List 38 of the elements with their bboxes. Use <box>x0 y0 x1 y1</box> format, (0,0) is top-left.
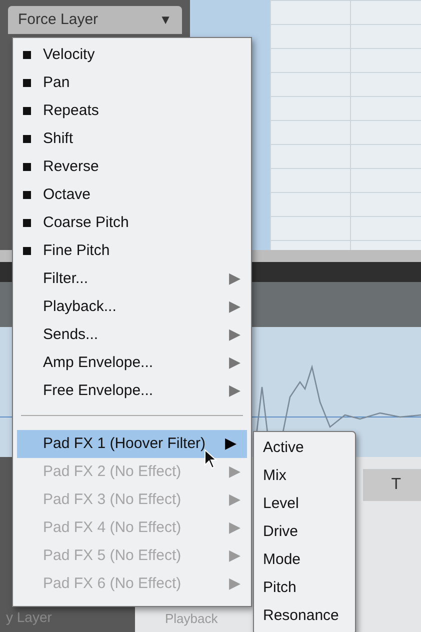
menu-item[interactable]: Repeats <box>13 97 251 125</box>
submenu-item[interactable]: Drive <box>254 518 355 546</box>
caret-icon: ▼ <box>159 10 172 30</box>
menu-item[interactable]: Playback... ▶ <box>13 293 251 321</box>
submenu-arrow-icon: ▶ <box>229 352 241 374</box>
playback-label: Playback <box>165 610 218 628</box>
submenu-item[interactable]: Mix <box>254 462 355 490</box>
menu-item[interactable]: Velocity <box>13 41 251 69</box>
submenu-arrow-icon: ▶ <box>229 380 241 402</box>
menu-item[interactable]: Pan <box>13 69 251 97</box>
submenu-arrow-icon: ▶ <box>225 432 237 456</box>
mouse-pointer-icon <box>204 449 218 469</box>
menu-item[interactable]: Reverse <box>13 153 251 181</box>
submenu-item[interactable]: Resonance <box>254 602 355 630</box>
menu-item[interactable]: Amp Envelope... ▶ <box>13 349 251 377</box>
submenu-arrow-icon: ▶ <box>229 460 241 484</box>
panel-tab[interactable]: T <box>363 469 421 501</box>
submenu-item[interactable]: Active <box>254 434 355 462</box>
menu-item[interactable]: Free Envelope... ▶ <box>13 377 251 405</box>
menu-item[interactable]: Shift <box>13 125 251 153</box>
dropdown-label: Force Layer <box>18 10 98 30</box>
menu-item[interactable]: Fine Pitch <box>13 237 251 265</box>
submenu-item[interactable]: Level <box>254 490 355 518</box>
submenu-arrow-icon: ▶ <box>229 516 241 540</box>
submenu-arrow-icon: ▶ <box>229 296 241 318</box>
menu-item[interactable]: Octave <box>13 181 251 209</box>
menu-item[interactable]: Pad FX 1 (Hoover Filter) ▶ <box>17 430 247 458</box>
submenu-arrow-icon: ▶ <box>229 268 241 290</box>
submenu-item[interactable]: Mode <box>254 546 355 574</box>
menu-item[interactable]: Filter... ▶ <box>13 265 251 293</box>
submenu-arrow-icon: ▶ <box>229 572 241 596</box>
submenu-item[interactable]: Pitch <box>254 574 355 602</box>
submenu-arrow-icon: ▶ <box>229 488 241 512</box>
menu-item[interactable]: Sends... ▶ <box>13 321 251 349</box>
submenu-arrow-icon: ▶ <box>229 324 241 346</box>
force-layer-dropdown[interactable]: Force Layer ▼ <box>8 6 182 34</box>
submenu-arrow-icon: ▶ <box>229 544 241 568</box>
menu-item[interactable]: Coarse Pitch <box>13 209 251 237</box>
